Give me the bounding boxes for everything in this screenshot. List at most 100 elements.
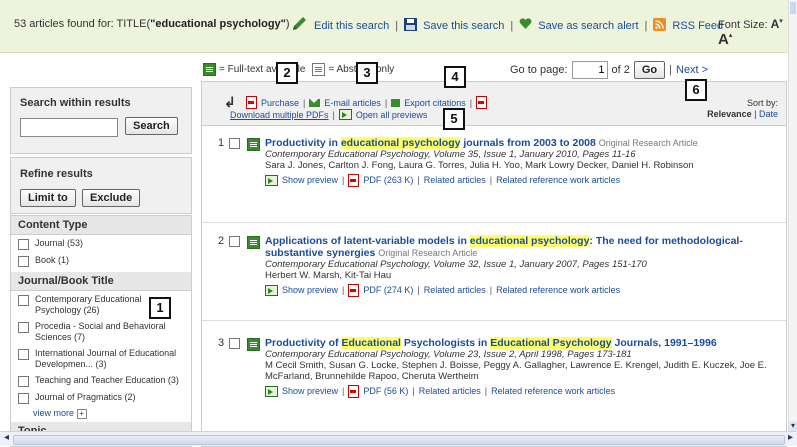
show-preview-link[interactable]: Show preview [282, 285, 338, 296]
page-number-input[interactable] [571, 61, 608, 79]
show-preview-link[interactable]: Show preview [282, 175, 338, 186]
exclude-button[interactable]: Exclude [82, 189, 141, 207]
callout-4: 4 [444, 66, 466, 88]
show-preview-link[interactable]: Show preview [282, 386, 338, 397]
search-within-input[interactable] [20, 118, 118, 137]
vertical-scrollbar[interactable]: ▾ [788, 0, 797, 431]
facet-checkbox[interactable] [18, 239, 29, 250]
facet-checkbox[interactable] [18, 376, 29, 387]
facet-item[interactable]: Journal of Pragmatics (2) [11, 389, 191, 406]
facet-item[interactable]: Journal (53) [11, 235, 191, 252]
facet-item[interactable]: Teaching and Teacher Education (3) [11, 372, 191, 389]
open-previews-link[interactable]: Open all previews [356, 110, 428, 120]
results-panel: ↲ Purchase | E-mail articles | Export ci… [201, 81, 787, 447]
edit-search-link[interactable]: Edit this search [314, 20, 389, 32]
sort-control: Sort by: Relevance | Date [707, 98, 778, 119]
scroll-right-arrow[interactable]: ▸ [788, 432, 793, 443]
font-size-large-button[interactable]: A [718, 31, 729, 48]
scroll-thumb[interactable] [13, 435, 785, 445]
rss-feed-link[interactable]: RSS Feed [672, 20, 723, 32]
refine-results-panel: Refine results Limit to Exclude [10, 157, 192, 214]
result-title-link[interactable]: Productivity in educational psychology j… [265, 137, 775, 149]
fulltext-icon [247, 138, 260, 151]
related-reference-link[interactable]: Related reference work articles [496, 175, 620, 186]
fulltext-icon [247, 338, 260, 351]
related-articles-link[interactable]: Related articles [424, 175, 486, 186]
scroll-left-arrow[interactable]: ◂ [4, 432, 9, 443]
abstract-icon [312, 63, 326, 76]
pdf-icon [246, 96, 257, 109]
export-icon [391, 98, 401, 107]
facet-list: Content Type Journal (53) Book (1) Journ… [10, 215, 192, 447]
result-number: 3 [218, 337, 225, 349]
download-pdfs-link[interactable]: Download multiple PDFs [230, 110, 329, 120]
sort-date-link[interactable]: Date [759, 109, 778, 119]
next-page-link[interactable]: Next > [676, 64, 708, 76]
horizontal-scrollbar[interactable]: ◂ ▸ [0, 431, 797, 446]
facet-checkbox[interactable] [18, 349, 29, 360]
rss-icon [653, 17, 667, 34]
limit-to-button[interactable]: Limit to [20, 189, 76, 207]
result-checkbox[interactable] [229, 137, 241, 149]
callout-2: 2 [276, 62, 298, 84]
related-articles-link[interactable]: Related articles [424, 285, 486, 296]
facet-checkbox[interactable] [18, 256, 29, 267]
search-within-title: Search within results [20, 97, 131, 109]
facet-checkbox[interactable] [18, 322, 29, 333]
result-item: 2 Applications of latent-variable models… [202, 232, 786, 321]
purchase-link[interactable]: Purchase [261, 98, 299, 108]
preview-icon [265, 175, 278, 186]
facet-item[interactable]: International Journal of Educational Dev… [11, 345, 191, 372]
sort-relevance[interactable]: Relevance [707, 109, 752, 119]
export-citations-link[interactable]: Export citations [404, 98, 466, 108]
plus-icon: + [76, 408, 87, 419]
related-reference-link[interactable]: Related reference work articles [496, 285, 620, 296]
preview-icon [265, 386, 278, 397]
results-query: "educational psychology" [150, 18, 286, 30]
facet-item[interactable]: Procedia - Social and Behavioral Science… [11, 318, 191, 345]
save-search-link[interactable]: Save this search [423, 20, 504, 32]
result-item: 1 Productivity in educational psychology… [202, 134, 786, 223]
related-reference-link[interactable]: Related reference work articles [491, 386, 615, 397]
view-more-link[interactable]: view more + [11, 406, 191, 422]
result-checkbox[interactable] [229, 235, 241, 247]
callout-6: 6 [685, 79, 707, 101]
content-type-header: Content Type [11, 216, 191, 235]
pdf-link[interactable]: PDF (263 K) [363, 175, 413, 186]
search-within-button[interactable]: Search [125, 117, 178, 135]
result-journal: Contemporary Educational Psychology, Vol… [265, 259, 647, 270]
font-size-label: Font Size: [718, 19, 768, 31]
font-size-small-button[interactable]: A [771, 17, 780, 31]
search-within-panel: Search within results Search [10, 87, 192, 154]
related-articles-link[interactable]: Related articles [419, 386, 481, 397]
pdf-link[interactable]: PDF (56 K) [363, 386, 408, 397]
facet-item[interactable]: Book (1) [11, 252, 191, 272]
callout-1: 1 [149, 297, 171, 319]
facet-label: Book (1) [35, 255, 70, 265]
result-journal: Contemporary Educational Psychology, Vol… [265, 349, 632, 360]
journal-title-header: Journal/Book Title [11, 272, 191, 291]
pagination: Go to page: of 2 Go | Next > [510, 61, 708, 79]
results-count-prefix: 53 articles found for: TITLE( [14, 18, 151, 30]
email-icon [309, 98, 321, 107]
page-count: of 2 [611, 64, 630, 76]
preview-icon [265, 285, 278, 296]
result-number: 2 [218, 235, 225, 247]
results-header-bar: 53 articles found for: TITLE("educationa… [0, 0, 797, 53]
font-size-control: Font Size: A▾ A▴ [718, 17, 783, 48]
go-button[interactable]: Go [633, 61, 666, 79]
save-alert-link[interactable]: Save as search alert [538, 20, 638, 32]
result-title-link[interactable]: Applications of latent-variable models i… [265, 235, 775, 259]
pdf-link[interactable]: PDF (274 K) [363, 285, 413, 296]
facet-checkbox[interactable] [18, 393, 29, 404]
result-title-link[interactable]: Productivity of Educational Psychologist… [265, 337, 775, 349]
result-checkbox[interactable] [229, 337, 241, 349]
search-actions: Edit this search | Save this search | Sa… [292, 17, 723, 34]
callout-5: 5 [443, 108, 465, 130]
scroll-thumb[interactable] [790, 2, 796, 14]
pdf-icon[interactable] [476, 96, 488, 109]
scroll-down-arrow[interactable]: ▾ [789, 421, 797, 431]
facet-checkbox[interactable] [18, 295, 29, 306]
email-articles-link[interactable]: E-mail articles [324, 98, 381, 108]
facet-label: International Journal of Educational Dev… [35, 348, 177, 369]
